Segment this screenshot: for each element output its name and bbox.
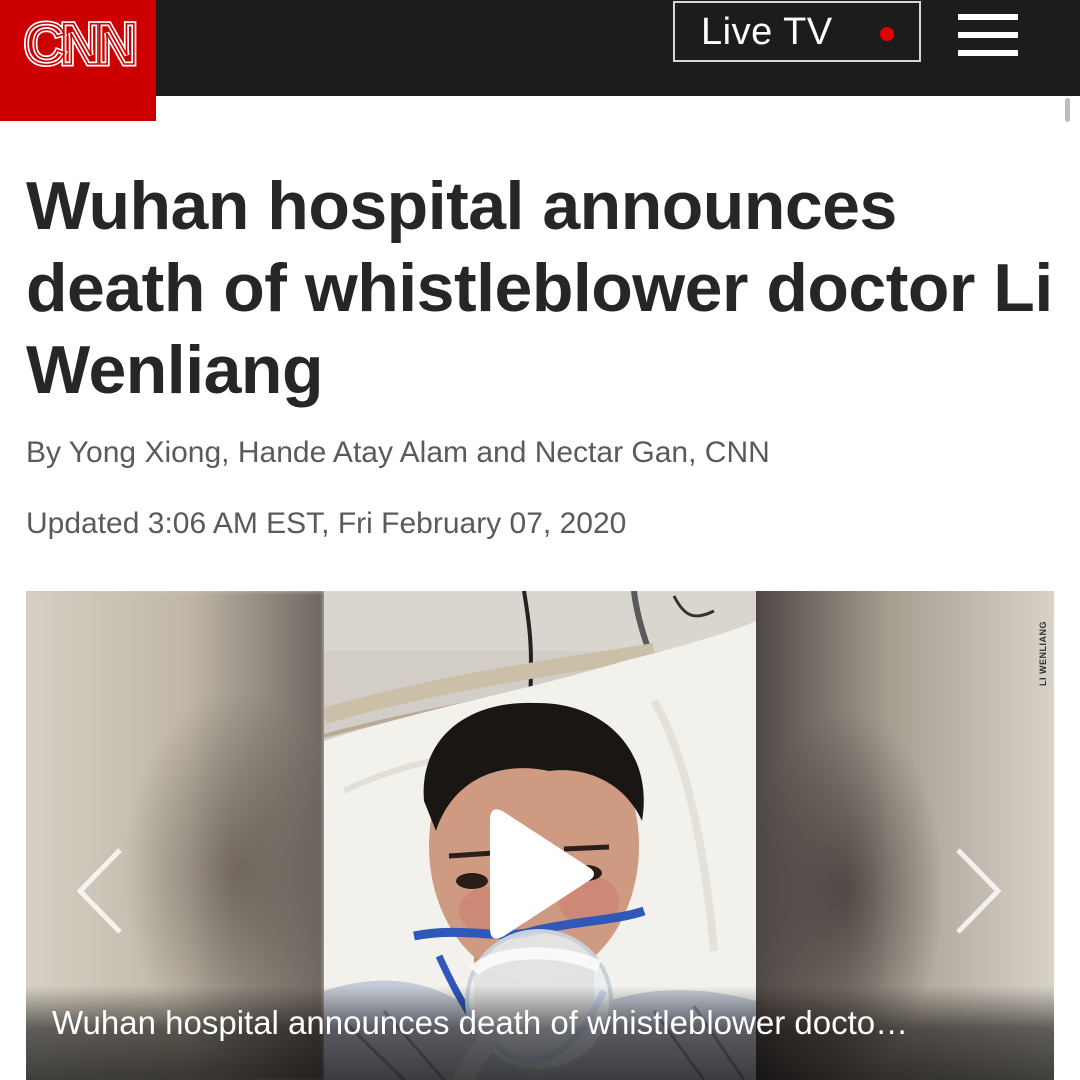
chevron-left-icon[interactable] bbox=[74, 846, 126, 936]
hamburger-menu-icon[interactable] bbox=[958, 14, 1020, 58]
video-caption[interactable]: Wuhan hospital announces death of whistl… bbox=[52, 1004, 1032, 1042]
live-indicator-dot bbox=[880, 27, 894, 41]
play-icon[interactable] bbox=[486, 804, 598, 944]
top-navigation-bar: Live TV bbox=[0, 0, 1080, 96]
live-tv-label: Live TV bbox=[701, 11, 833, 53]
svg-text:CNN: CNN bbox=[24, 14, 134, 74]
article-headline: Wuhan hospital announces death of whistl… bbox=[26, 168, 1053, 408]
photo-credit: LI WENLIANG bbox=[1038, 621, 1048, 686]
cnn-logo[interactable]: CNN CNN bbox=[0, 0, 156, 121]
article-byline: By Yong Xiong, Hande Atay Alam and Necta… bbox=[26, 436, 770, 469]
article-timestamp: Updated 3:06 AM EST, Fri February 07, 20… bbox=[26, 507, 627, 540]
chevron-right-icon[interactable] bbox=[952, 846, 1004, 936]
page-scrollbar[interactable] bbox=[1065, 98, 1070, 122]
video-player[interactable]: LI WENLIANG Wuhan hospital announces dea… bbox=[26, 591, 1054, 1080]
cnn-logo-wordmark: CNN CNN bbox=[22, 14, 142, 74]
live-tv-button[interactable]: Live TV bbox=[673, 1, 921, 62]
